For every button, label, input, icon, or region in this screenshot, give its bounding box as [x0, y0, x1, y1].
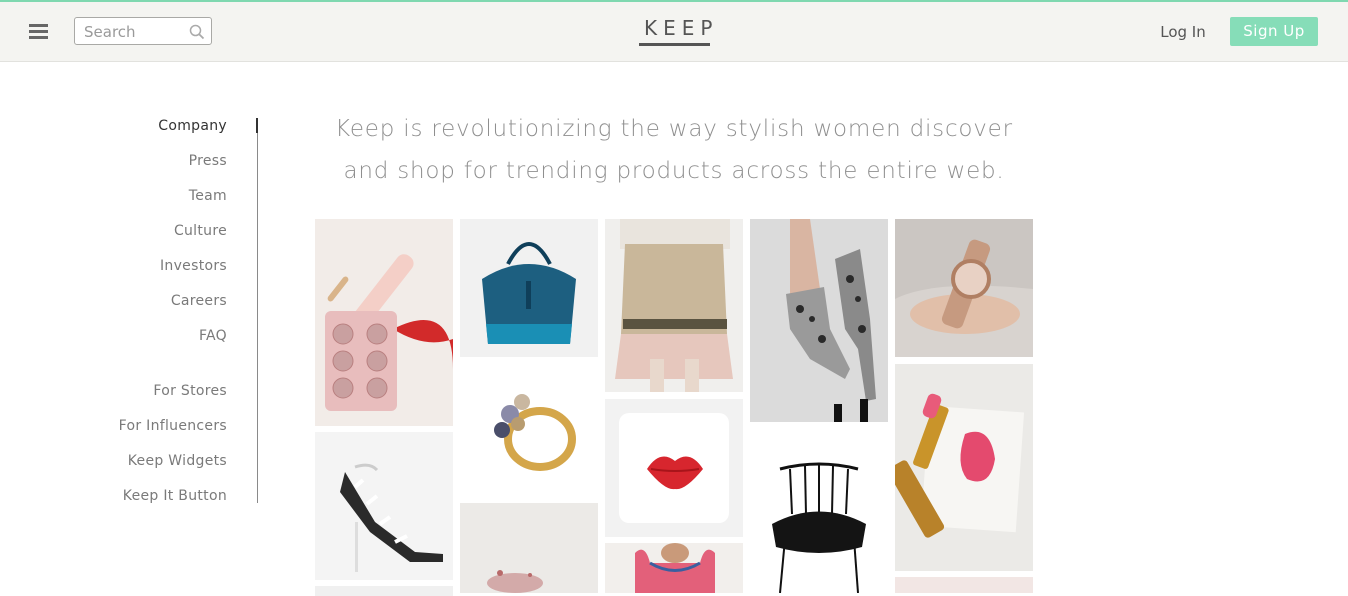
- sidebar-item-investors[interactable]: Investors: [160, 257, 227, 275]
- tagline-line-1: Keep is revolutionizing the way stylish …: [335, 116, 1013, 142]
- sidebar-divider: [257, 133, 258, 503]
- sidebar-item-faq[interactable]: FAQ: [199, 327, 227, 345]
- search-icon[interactable]: [189, 24, 205, 40]
- product-tile-blue-handbag[interactable]: [460, 219, 598, 357]
- sidebar-item-culture[interactable]: Culture: [174, 222, 227, 240]
- sidebar-item-careers[interactable]: Careers: [171, 292, 227, 310]
- sidebar-item-press[interactable]: Press: [189, 152, 227, 170]
- search-box[interactable]: [74, 17, 212, 45]
- sidebar-item-for-influencers[interactable]: For Influencers: [119, 417, 227, 435]
- product-tile-gold-ring[interactable]: [460, 364, 598, 496]
- product-tile-fur-chair[interactable]: [750, 429, 888, 593]
- product-tile-red-lipstick[interactable]: [895, 364, 1033, 571]
- product-tile-partial-pink[interactable]: [895, 577, 1033, 593]
- keep-logo[interactable]: KEEP: [638, 16, 712, 40]
- product-tile-baking-set[interactable]: [315, 219, 453, 426]
- sidebar-item-keep-it-button[interactable]: Keep It Button: [123, 487, 227, 505]
- sidebar-item-team[interactable]: Team: [189, 187, 227, 205]
- page-tagline: Keep is revolutionizing the way stylish …: [316, 108, 1032, 192]
- signup-button[interactable]: Sign Up: [1230, 17, 1318, 46]
- sidebar-item-keep-widgets[interactable]: Keep Widgets: [128, 452, 227, 470]
- tagline-line-2: and shop for trending products across th…: [343, 158, 1005, 184]
- login-link[interactable]: Log In: [1150, 22, 1216, 42]
- sidebar-item-company[interactable]: Company: [158, 117, 227, 135]
- site-header: KEEP Log In Sign Up: [0, 2, 1348, 62]
- product-tile-striped-heels[interactable]: [315, 432, 453, 580]
- search-input[interactable]: [84, 22, 184, 42]
- product-tile-partial[interactable]: [315, 586, 453, 596]
- logo-underline: [639, 43, 710, 46]
- product-tile-tank-top[interactable]: [605, 543, 743, 593]
- hamburger-menu-icon[interactable]: [29, 24, 48, 40]
- product-tile-sequin-skirt[interactable]: [605, 219, 743, 392]
- product-tile-lips-pillow[interactable]: [605, 399, 743, 537]
- sidebar-item-for-stores[interactable]: For Stores: [153, 382, 227, 400]
- product-tile-pink-powder[interactable]: [460, 503, 598, 593]
- sidebar-active-marker: [256, 118, 258, 133]
- product-tile-leopard-boots[interactable]: [750, 219, 888, 422]
- product-tile-rose-gold-watch[interactable]: [895, 219, 1033, 357]
